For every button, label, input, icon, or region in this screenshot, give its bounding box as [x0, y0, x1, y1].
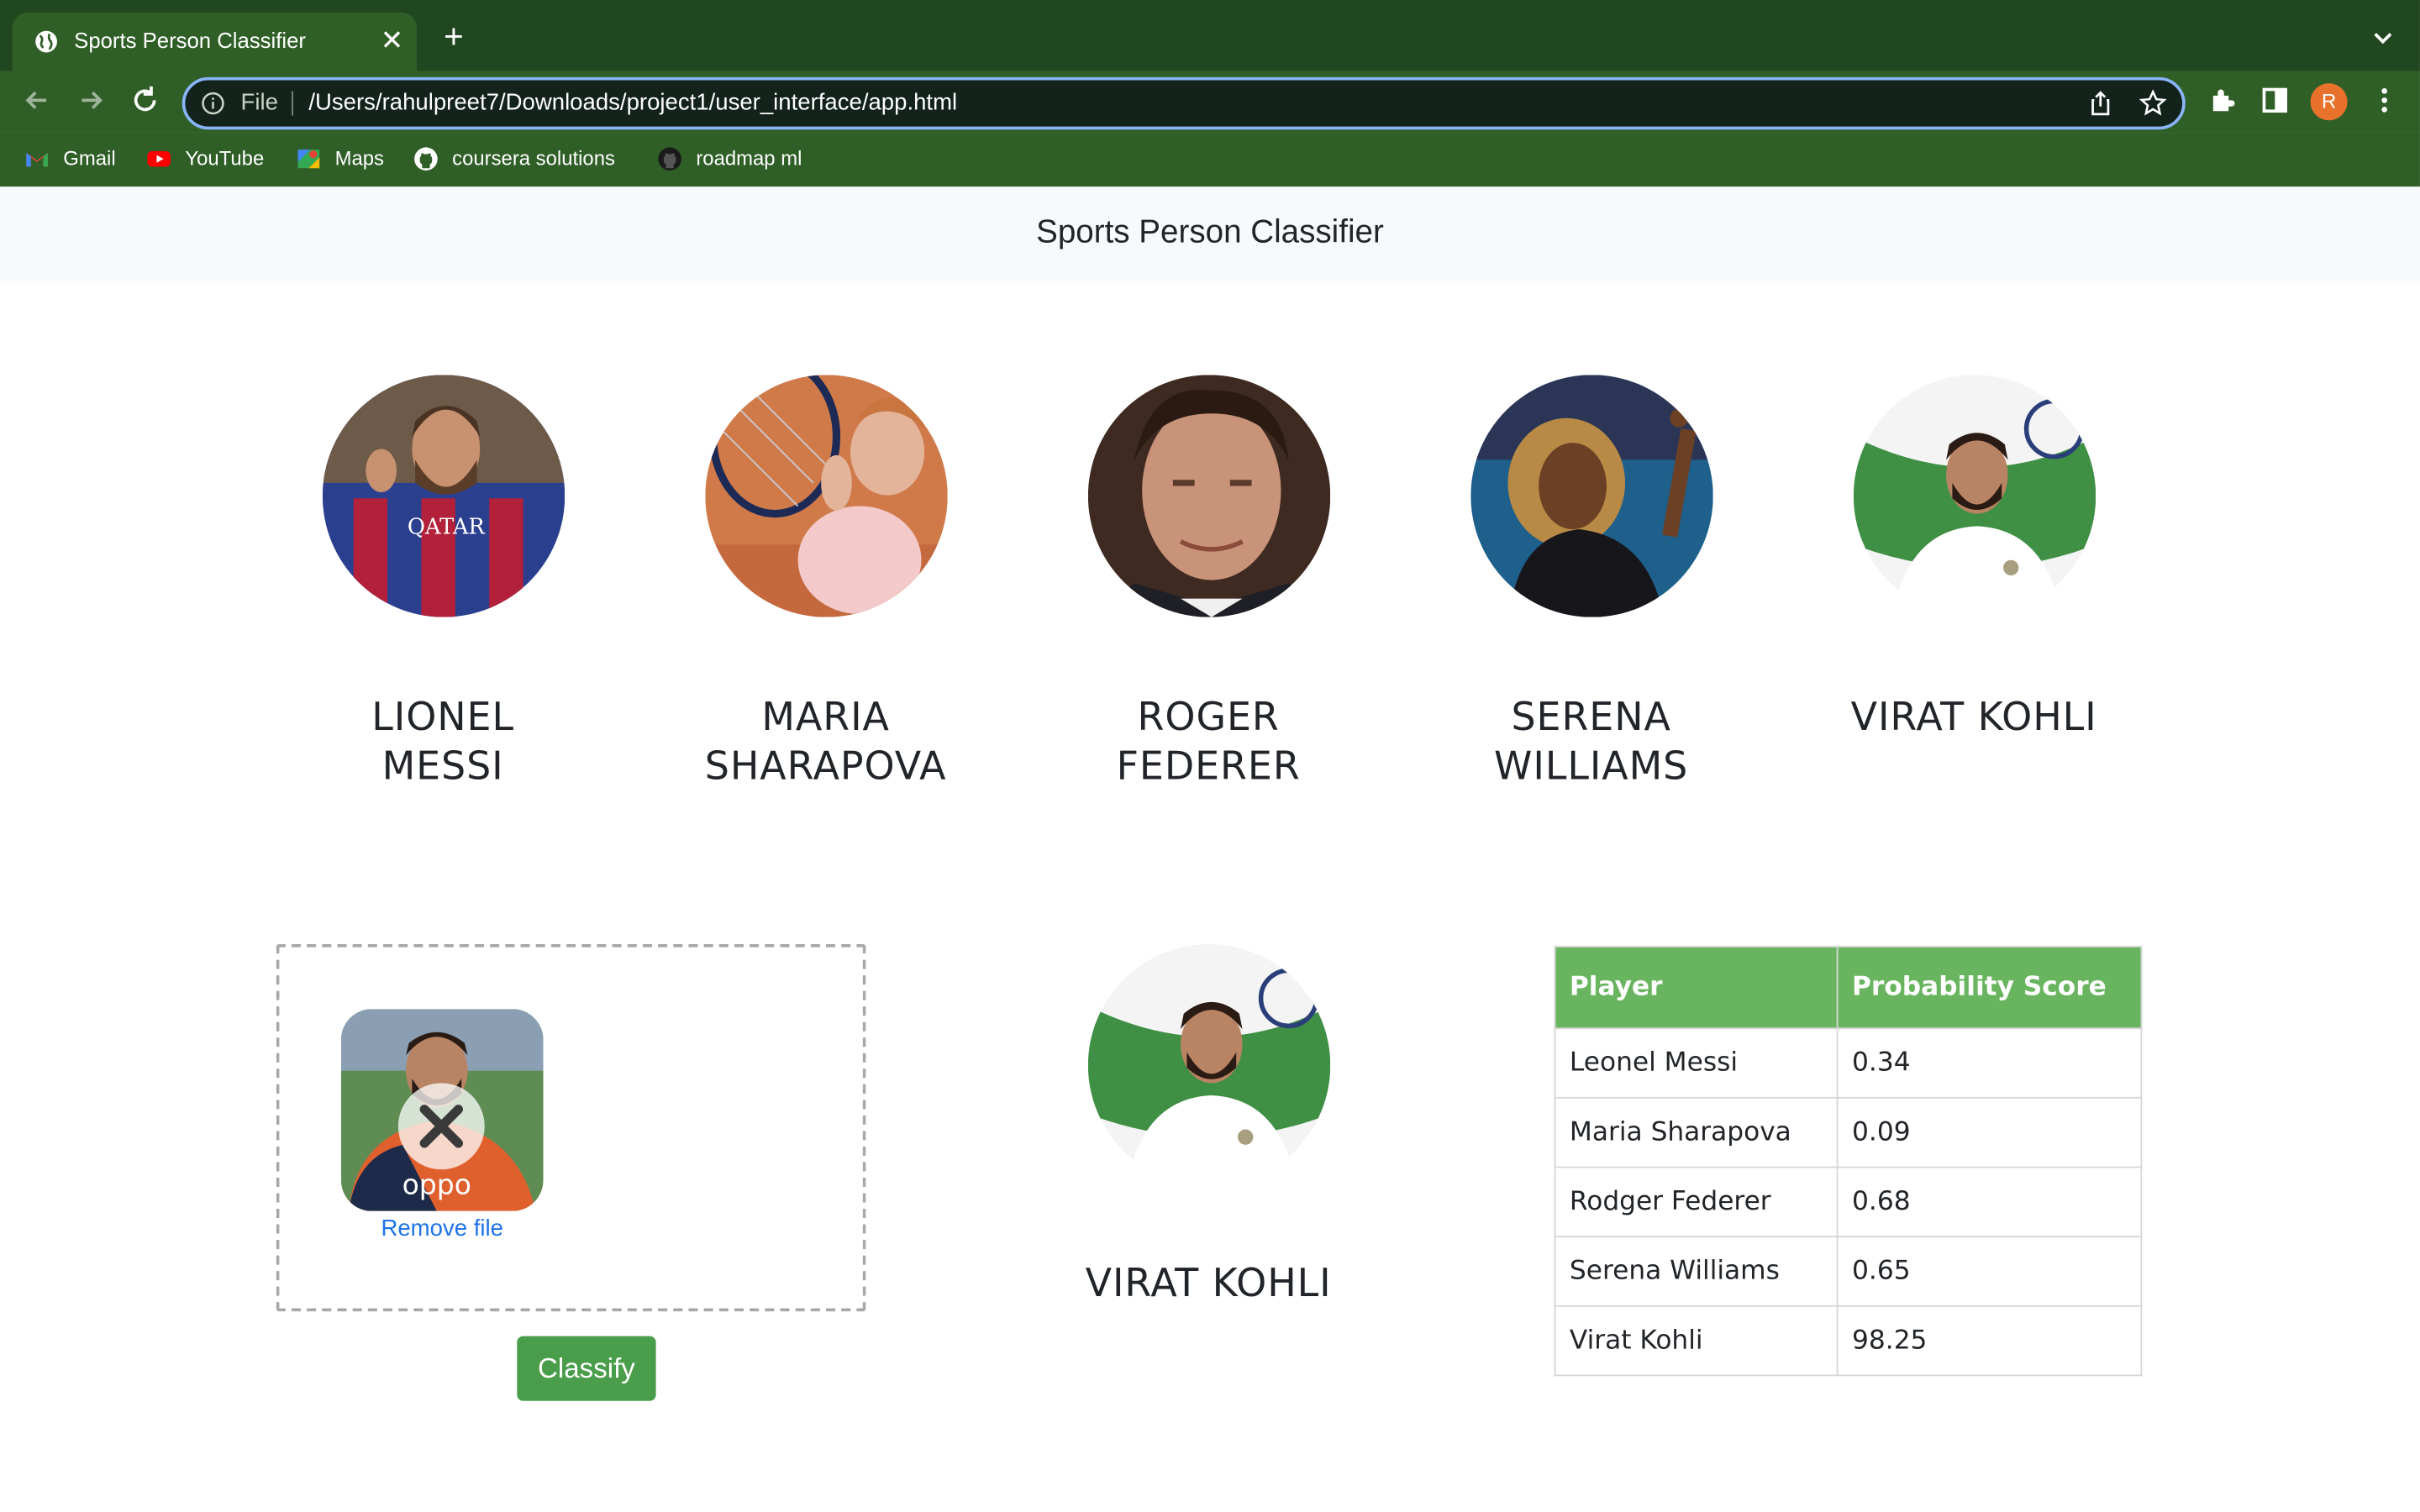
- score-cell: 0.65: [1836, 1236, 2143, 1307]
- player-cell: Rodger Federer: [1554, 1166, 1839, 1238]
- remove-file-icon[interactable]: [397, 1083, 485, 1170]
- table-header-row: Player Probability Score: [1554, 945, 2143, 1030]
- player-cell: Serena Williams: [1554, 1236, 1839, 1307]
- score-cell: 0.68: [1836, 1166, 2143, 1238]
- profile-avatar[interactable]: R: [2310, 83, 2348, 121]
- chevron-down-icon[interactable]: [2367, 22, 2398, 53]
- player-name-line1: ROGER: [1137, 694, 1280, 739]
- bookmark-youtube[interactable]: YouTube: [146, 145, 270, 173]
- address-scheme: File: [240, 89, 278, 116]
- table-row: Serena Williams 0.65: [1554, 1236, 2143, 1307]
- maps-icon: [297, 150, 320, 169]
- bookmarks-bar: Gmail YouTube Maps coursera solutions ro…: [0, 132, 2420, 187]
- table-row: Virat Kohli 98.25: [1554, 1305, 2143, 1377]
- player-photo-messi: QATAR: [322, 375, 566, 617]
- column-header-probability: Probability Score: [1836, 945, 2143, 1030]
- address-separator: [292, 91, 293, 116]
- bookmark-star-icon[interactable]: [2139, 89, 2167, 118]
- new-tab-icon[interactable]: +: [437, 18, 471, 55]
- bookmark-maps[interactable]: Maps: [297, 145, 392, 173]
- player-cell: Leonel Messi: [1554, 1027, 1839, 1099]
- player-cell: Maria Sharapova: [1554, 1096, 1839, 1168]
- score-cell: 0.34: [1836, 1027, 2143, 1099]
- svg-text:oppo: oppo: [402, 1168, 471, 1201]
- more-menu-icon[interactable]: [2369, 85, 2400, 116]
- extensions-icon[interactable]: [2207, 85, 2238, 116]
- bookmark-label: Maps: [334, 146, 384, 171]
- bookmark-label: coursera solutions: [452, 146, 615, 171]
- player-photo-williams: [1470, 375, 1713, 617]
- github-icon: [414, 147, 438, 171]
- bookmark-label: roadmap ml: [696, 146, 802, 171]
- info-icon[interactable]: [201, 91, 225, 115]
- browser-toolbar: File /Users/rahulpreet7/Downloads/projec…: [0, 71, 2420, 133]
- player-name: LIONEL MESSI: [273, 693, 613, 792]
- back-icon[interactable]: [20, 83, 54, 117]
- player-name: SERENA WILLIAMS: [1422, 693, 1761, 792]
- page: Sports Person Classifier ✕ + File /Users…: [0, 0, 2420, 1512]
- close-tab-icon[interactable]: ✕: [378, 24, 406, 57]
- player-name-line2: WILLIAMS: [1494, 743, 1689, 789]
- bookmark-coursera-solutions[interactable]: coursera solutions: [413, 145, 635, 173]
- browser-tab-strip: Sports Person Classifier ✕ +: [0, 0, 2420, 71]
- player-name-line2: FEDERER: [1116, 743, 1301, 789]
- uploaded-file-thumbnail: oppo: [340, 1009, 544, 1211]
- player-name: MARIA SHARAPOVA: [656, 693, 996, 792]
- browser-tab[interactable]: Sports Person Classifier ✕: [12, 12, 417, 71]
- globe-icon: [35, 30, 57, 53]
- page-title[interactable]: Sports Person Classifier: [0, 214, 2420, 251]
- address-url[interactable]: /Users/rahulpreet7/Downloads/project1/us…: [308, 90, 957, 116]
- classify-button[interactable]: Classify: [517, 1336, 656, 1401]
- table-row: Rodger Federer 0.68: [1554, 1166, 2143, 1238]
- share-icon[interactable]: [2086, 90, 2114, 118]
- tab-title: Sports Person Classifier: [74, 28, 306, 53]
- player-name-line2: MESSI: [381, 743, 504, 789]
- table-row: Maria Sharapova 0.09: [1554, 1096, 2143, 1168]
- player-name-line1: MARIA: [761, 694, 890, 739]
- probability-table: Player Probability Score Leonel Messi 0.…: [1554, 945, 2143, 1377]
- gmail-icon: [26, 152, 48, 167]
- player-photo-sharapova: [705, 375, 948, 617]
- score-cell: 0.09: [1836, 1096, 2143, 1168]
- column-header-player: Player: [1554, 945, 1839, 1030]
- score-cell: 98.25: [1836, 1305, 2143, 1377]
- github-icon: [658, 147, 681, 171]
- player-cell: Virat Kohli: [1554, 1305, 1839, 1377]
- predicted-player-name: VIRAT KOHLI: [1085, 1260, 1332, 1305]
- bookmark-label: YouTube: [185, 146, 265, 171]
- bookmark-gmail[interactable]: Gmail: [24, 145, 124, 173]
- player-name-line1: LIONEL: [371, 694, 514, 739]
- player-name-line1: VIRAT KOHLI: [1850, 694, 2097, 739]
- forward-icon[interactable]: [74, 83, 108, 117]
- bookmark-roadmap-ml[interactable]: roadmap ml: [657, 145, 818, 173]
- page-navbar: Sports Person Classifier: [0, 186, 2420, 281]
- player-name-line2: SHARAPOVA: [704, 743, 947, 789]
- table-row: Leonel Messi 0.34: [1554, 1027, 2143, 1099]
- side-panel-icon[interactable]: [2260, 85, 2291, 116]
- player-photo-federer: [1087, 375, 1331, 617]
- address-bar[interactable]: File /Users/rahulpreet7/Downloads/projec…: [182, 76, 2186, 130]
- svg-text:QATAR: QATAR: [408, 514, 486, 539]
- player-name-line1: SERENA: [1511, 694, 1671, 739]
- player-name: VIRAT KOHLI: [1804, 693, 2144, 743]
- remove-file-link[interactable]: Remove file: [341, 1215, 544, 1242]
- reload-icon[interactable]: [128, 83, 161, 117]
- youtube-icon: [147, 150, 171, 167]
- player-photo-kohli: [1853, 375, 2096, 617]
- predicted-player-photo: [1087, 944, 1331, 1187]
- bookmark-label: Gmail: [63, 146, 116, 171]
- player-name: ROGER FEDERER: [1039, 693, 1378, 792]
- upload-dropzone[interactable]: oppo Remove file: [276, 944, 866, 1312]
